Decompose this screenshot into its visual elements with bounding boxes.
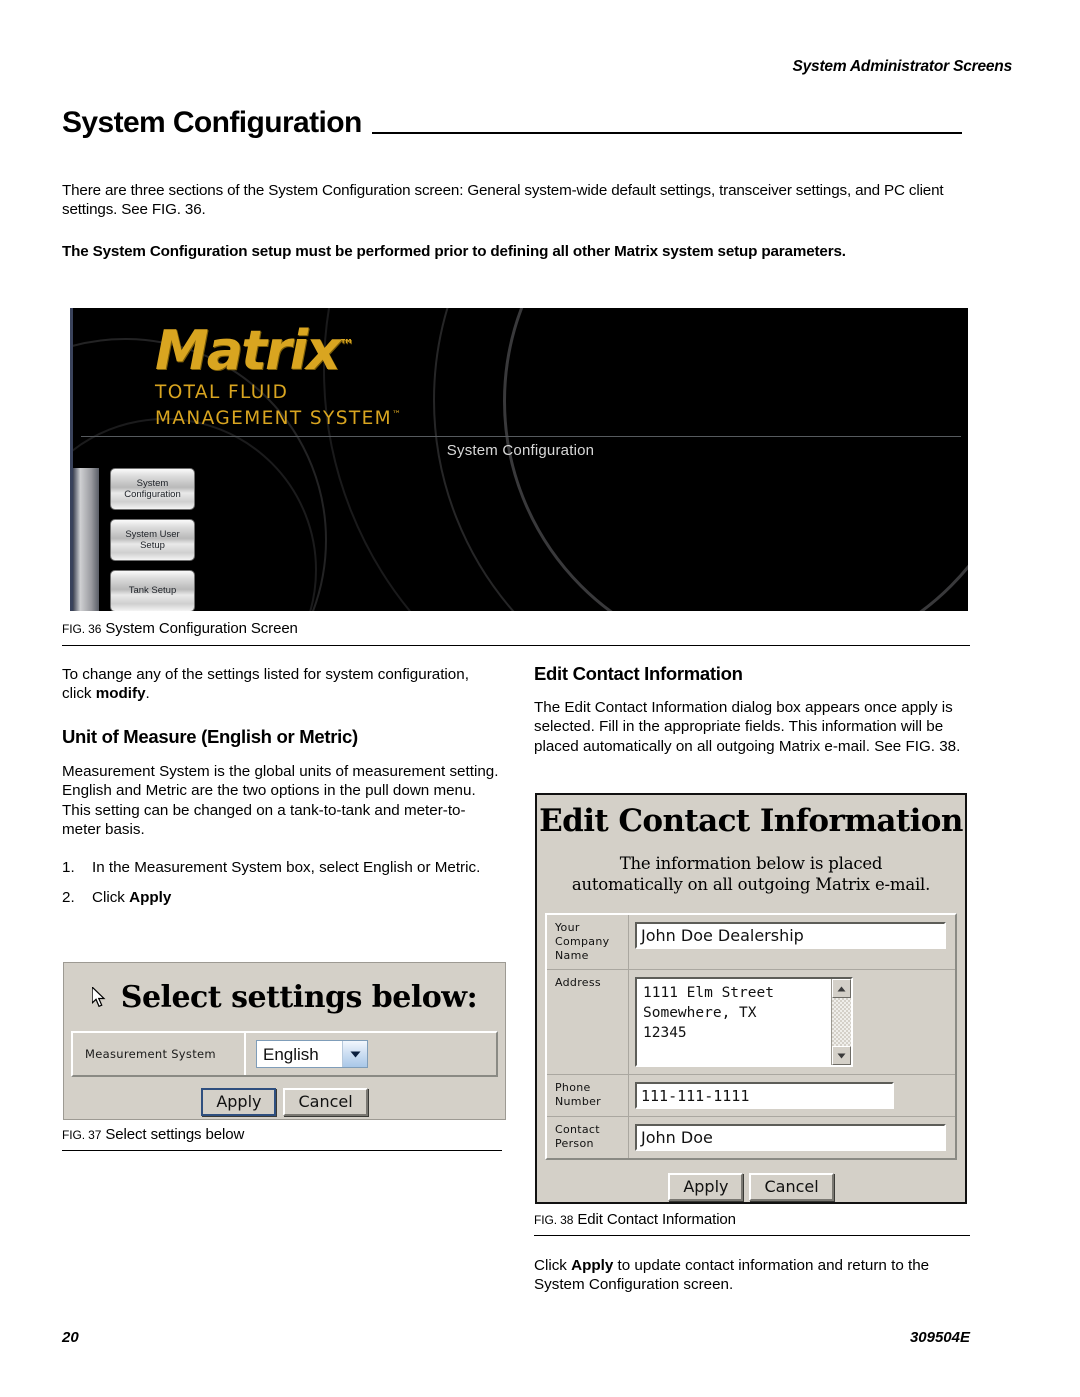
address-field-cell: 1111 Elm Street Somewhere, TX 12345 [629,970,955,1074]
list-item-number: 2. [62,889,75,907]
sidebar-strip [73,468,99,611]
sidebar-item-label: Tank Setup [128,585,177,597]
fig36-caption-text: System Configuration Screen [105,620,298,637]
fig38-caption: FIG. 38 Edit Contact Information [534,1211,736,1228]
chevron-down-icon[interactable] [342,1041,367,1067]
fig37-button-row: Apply Cancel [64,1088,505,1116]
phone-number-input[interactable]: 111-111-1111 [635,1082,894,1109]
phone-number-label: Phone Number [547,1075,629,1116]
field-row-contact-person: Contact Person John Doe [547,1117,955,1158]
apply-bold: Apply [129,889,172,907]
fig37-dialog-title-row: Select settings below: [64,963,505,1031]
document-number: 309504E [909,1329,970,1346]
measurement-system-select[interactable]: English [256,1040,368,1068]
logo-tm: ™ [338,336,354,354]
apply-button[interactable]: Apply [668,1173,744,1201]
screen-title-rule [81,436,961,437]
right-para-edit-contact: The Edit Contact Information dialog box … [534,699,961,755]
fig38-caption-rule [534,1235,970,1236]
sidebar-item-tank-setup[interactable]: Tank Setup [110,570,195,611]
list-item-number: 1. [62,859,75,876]
list-item-text: Click Apply [92,889,172,907]
page-number: 20 [62,1329,79,1346]
measurement-system-row: Measurement System English [71,1031,498,1077]
matrix-logo: Matrix™ TOTAL FLUID MANAGEMENT SYSTEM™ [155,318,402,430]
list-item: 2. Click Apply [62,888,502,907]
sidebar-item-label: System User Setup [125,528,180,552]
company-name-label: Your Company Name [547,915,629,969]
right-closing-paragraph: Click Apply to update contact informatio… [534,1256,970,1295]
scroll-up-icon[interactable] [832,979,851,998]
apply-bold: Apply [571,1257,614,1274]
cancel-button[interactable]: Cancel [283,1088,368,1116]
fig36-caption-label: FIG. 36 [62,622,102,636]
sidebar-item-system-configuration[interactable]: System Configuration [110,468,195,510]
list-item-text: In the Measurement System box, select En… [92,859,481,876]
company-name-input[interactable]: John Doe Dealership [635,922,946,949]
field-row-phone-number: Phone Number 111-111-1111 [547,1075,955,1117]
address-textarea[interactable]: 1111 Elm Street Somewhere, TX 12345 [635,977,853,1067]
list-item: 1. In the Measurement System box, select… [62,858,502,877]
company-name-field-cell: John Doe Dealership [629,915,955,969]
left-para-modify-b: . [145,685,150,703]
title-rule [371,132,962,134]
left-heading-unit-of-measure: Unit of Measure (English or Metric) [62,726,358,747]
fig38-dialog-title: Edit Contact Information [539,803,963,839]
warning-paragraph: The System Configuration setup must be p… [62,243,846,260]
logo-tagline-1: TOTAL FLUID [155,382,289,403]
left-para-measurement: Measurement System is the global units o… [62,763,499,839]
select-value: English [263,1044,319,1064]
intro-paragraph: There are three sections of the System C… [62,182,944,219]
page-footer: 20 309504E [62,1329,970,1346]
logo-wordmark: Matrix [155,319,341,382]
field-row-address: Address 1111 Elm Street Somewhere, TX 12… [547,970,955,1075]
sidebar-nav: System Configuration System User Setup Tan… [110,468,195,611]
left-numbered-list: 1. In the Measurement System box, select… [62,858,502,919]
contact-person-input[interactable]: John Doe [635,1124,946,1151]
running-header: System Administrator Screens [792,58,1012,75]
fig37-caption-rule [62,1150,502,1151]
contact-person-label: Contact Person [547,1117,629,1158]
page-title: System Configuration [62,108,962,138]
contact-fields-table: Your Company Name John Doe Dealership Addr… [545,913,957,1160]
fig38-caption-label: FIG. 38 [534,1213,574,1227]
measurement-system-label: Measurement System [85,1047,216,1061]
apply-button[interactable]: Apply [201,1088,277,1116]
sidebar-item-label: System Configuration [124,477,181,501]
fig37-dialog-title: Select settings below: [120,979,478,1015]
logo-tagline-tm: ™ [392,410,403,420]
fig36-caption: FIG. 36 System Configuration Screen [62,620,298,637]
screen-title: System Configuration [446,442,595,459]
phone-number-field-cell: 111-111-1111 [629,1075,955,1116]
left-para-modify: To change any of the settings listed for… [62,665,502,704]
scroll-down-icon[interactable] [832,1046,851,1065]
address-scrollbar[interactable] [831,979,851,1065]
right-heading-edit-contact: Edit Contact Information [534,663,743,684]
page-title-text: System Configuration [62,106,362,139]
fig37-caption-label: FIG. 37 [62,1128,102,1142]
fig37-caption-text: Select settings below [105,1126,245,1143]
sidebar-item-system-user-setup[interactable]: System User Setup [110,519,195,561]
fig37-select-settings-dialog: Select settings below: Measurement Syste… [63,962,506,1120]
scrollbar-track[interactable] [832,998,851,1046]
fig38-caption-text: Edit Contact Information [577,1211,736,1228]
fig38-button-row: Apply Cancel [537,1173,965,1201]
measurement-system-cell: English [244,1033,496,1075]
field-row-company-name: Your Company Name John Doe Dealership [547,915,955,970]
fig38-dialog-subtitle: The information below is placed automati… [571,854,931,894]
contact-person-field-cell: John Doe [629,1117,955,1158]
fig36-matrix-screenshot: Matrix™ TOTAL FLUID MANAGEMENT SYSTEM™ S… [70,308,968,611]
document-page: System Administrator Screens System Conf… [0,0,1080,1397]
modify-bold: modify [95,685,146,703]
fig37-caption: FIG. 37 Select settings below [62,1126,244,1143]
cancel-button[interactable]: Cancel [749,1173,834,1201]
logo-tagline-2: MANAGEMENT SYSTEM [155,408,393,430]
closing-text-a: Click [534,1257,572,1274]
fig38-edit-contact-dialog: Edit Contact Information The information… [535,793,967,1204]
fig36-caption-rule [62,645,970,646]
mouse-cursor-icon [91,986,106,1007]
address-textarea-value: 1111 Elm Street Somewhere, TX 12345 [643,985,774,1041]
address-label: Address [547,970,629,1074]
